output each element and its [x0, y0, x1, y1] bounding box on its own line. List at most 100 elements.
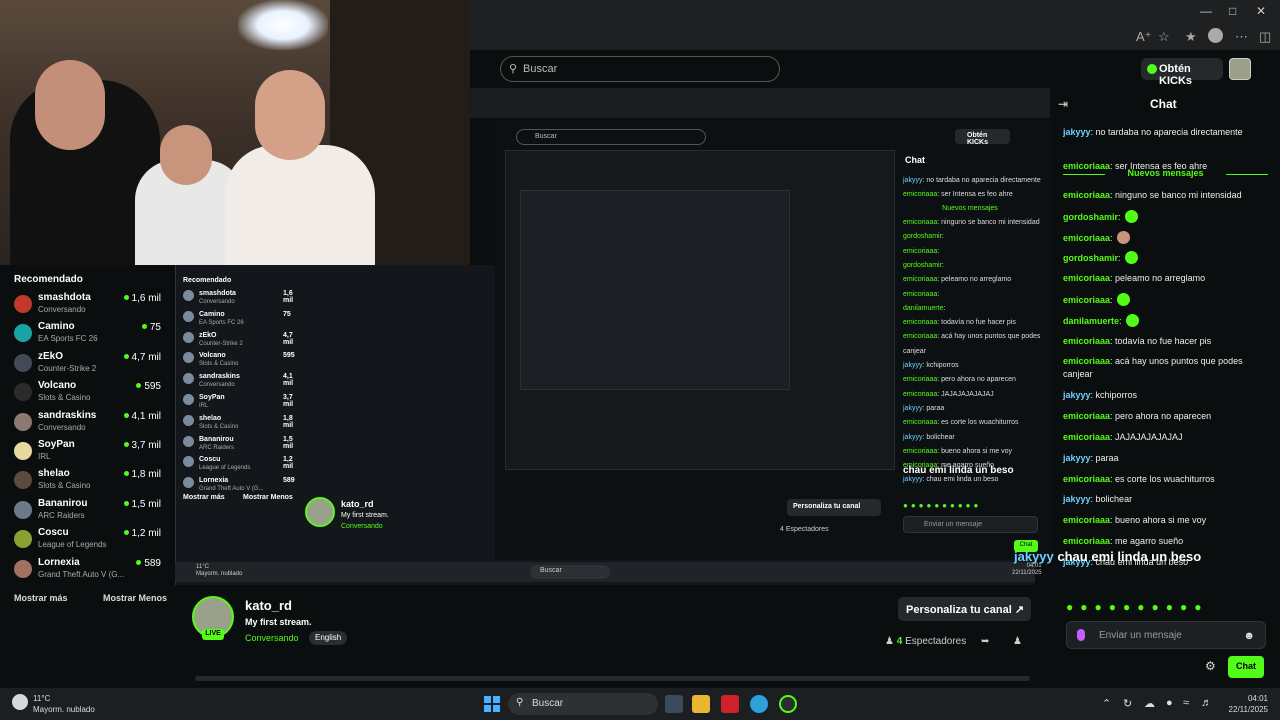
tray-chevron-icon[interactable]: ⌃	[1102, 697, 1111, 710]
sidebar-item-smashdota[interactable]: smashdota Conversando 1,6 mil	[14, 292, 166, 320]
nested-search: Buscar	[516, 129, 706, 145]
sidebar-item-lornexia[interactable]: Lornexia Grand Theft Auto V (G... 589	[14, 557, 166, 585]
chat-text: me agarro sueño	[1115, 536, 1184, 546]
sidebar-title: Recomendado	[14, 274, 83, 285]
stream-category[interactable]: Conversando	[245, 633, 299, 643]
chat-username[interactable]: jakyyy	[1063, 127, 1091, 137]
sidebar-item-coscu[interactable]: Coscu League of Legends 1,2 mil	[14, 527, 166, 555]
microphone-icon[interactable]	[1077, 629, 1085, 641]
chat-message: emicoriaaa: me agarro sueño	[1063, 536, 1184, 546]
chat-overlay-message: jakyyy chau emi linda un beso	[1014, 549, 1202, 564]
task-view-icon[interactable]	[665, 695, 683, 713]
edge-icon[interactable]	[750, 695, 768, 713]
viewer-count: 1,5 mil	[124, 499, 161, 510]
chat-message: emicoriaaa: ninguno se banco mi intensid…	[1063, 190, 1242, 200]
sidebar-item-volcano[interactable]: Volcano Slots & Casino 595	[14, 380, 166, 408]
chat-username[interactable]: gordoshamir	[1063, 212, 1118, 222]
nested-chat-line: jakyyy: chau emi linda un beso	[903, 476, 999, 484]
chat-username[interactable]: emicoriaaa	[1063, 295, 1110, 305]
show-less-button[interactable]: Mostrar Menos	[103, 593, 167, 603]
nested-chat-line: danilamuerte:	[903, 304, 946, 312]
chat-username[interactable]: gordoshamir	[1063, 253, 1118, 263]
sidebar-item-bananirou[interactable]: Bananirou ARC Raiders 1,5 mil	[14, 498, 166, 526]
channel-avatar	[14, 442, 32, 460]
wifi-icon[interactable]: ≈	[1183, 697, 1189, 709]
chat-message: emicoriaaa:	[1063, 293, 1273, 307]
share-icon[interactable]: ➥	[981, 636, 989, 647]
more-icon[interactable]: ⋯	[1235, 29, 1248, 45]
nested-chat-line: emicoriaaa: ninguno se banco mi intensid…	[903, 219, 1040, 226]
chat-username[interactable]: emicoriaaa	[1063, 411, 1110, 421]
chat-username[interactable]: emicoriaaa	[1063, 233, 1110, 243]
chat-username[interactable]: emicoriaaa	[1063, 190, 1110, 200]
clock[interactable]: 04:01 22/11/2025	[1226, 693, 1268, 715]
chat-username[interactable]: emicoriaaa	[1063, 336, 1110, 346]
chat-message: emicoriaaa: JAJAJAJAJAJAJ	[1063, 432, 1183, 442]
sidebar-item-soypan[interactable]: SoyPan IRL 3,7 mil	[14, 439, 166, 467]
collapse-chat-icon[interactable]: ⇥	[1058, 97, 1068, 111]
channel-name: Bananirou	[38, 497, 88, 509]
sync-icon[interactable]: ↻	[1123, 697, 1132, 710]
sidebar-item-shelao[interactable]: shelao Slots & Casino 1,8 mil	[14, 468, 166, 496]
file-explorer-icon[interactable]	[692, 695, 710, 713]
channel-avatar	[14, 530, 32, 549]
chat-username[interactable]: emicoriaaa	[1063, 273, 1110, 283]
chat-username[interactable]: emicoriaaa	[1063, 432, 1110, 442]
emoji-icon[interactable]: ☻	[1243, 630, 1255, 642]
profile-icon[interactable]	[1208, 28, 1223, 43]
emote-quick-bar[interactable]: ●●●●●●●●●●	[1066, 600, 1208, 614]
cloud-icon[interactable]: ☁	[1144, 697, 1155, 710]
chat-username[interactable]: danilamuerte	[1063, 316, 1119, 326]
chat-settings-icon[interactable]: ⚙	[1205, 659, 1216, 673]
channel-name: Camino	[38, 321, 75, 333]
chat-username[interactable]: jakyyy	[1063, 494, 1091, 504]
user-avatar[interactable]	[1229, 58, 1251, 80]
search-icon: ⚲	[516, 697, 524, 708]
person-right	[225, 145, 375, 265]
search-input[interactable]: ⚲ Buscar	[500, 56, 780, 82]
sidebar-item-camino[interactable]: Camino EA Sports FC 26 75	[14, 321, 166, 349]
chat-username[interactable]: emicoriaaa	[1063, 515, 1110, 525]
recording-app-icon[interactable]	[779, 695, 797, 713]
follow-icon[interactable]: ♟	[1013, 636, 1022, 647]
chat-send-button[interactable]: Chat	[1228, 656, 1264, 678]
sidebar-item-zeko[interactable]: zEkO Counter-Strike 2 4,7 mil	[14, 351, 166, 379]
sidebar-item-sandraskins[interactable]: sandraskins Conversando 4,1 mil	[14, 410, 166, 438]
read-aloud-icon[interactable]: A⁺	[1136, 29, 1152, 45]
taskbar-search[interactable]: ⚲ Buscar	[508, 693, 658, 715]
chat-message: jakyyy: no tardaba no aparecia directame…	[1063, 127, 1243, 137]
chat-message: emicoriaaa: todavía no fue hacer pis	[1063, 335, 1212, 346]
channel-name[interactable]: kato_rd	[245, 598, 292, 613]
minimize-icon[interactable]: —	[1200, 4, 1212, 18]
horizontal-scrollbar[interactable]	[195, 676, 1030, 681]
favorites-icon[interactable]: ★	[1185, 29, 1197, 45]
customize-channel-button[interactable]: Personaliza tu canal ↗	[898, 597, 1031, 621]
language-tag[interactable]: English	[309, 631, 348, 645]
app-icon-red[interactable]	[721, 695, 739, 713]
get-kicks-button[interactable]: Obtén KICKs	[1141, 58, 1223, 87]
start-icon[interactable]	[484, 696, 500, 712]
viewer-count: 4,7 mil	[124, 352, 161, 363]
chat-username[interactable]: emicoriaaa	[1063, 536, 1110, 546]
favorite-star-icon[interactable]: ☆	[1158, 29, 1170, 45]
chat-emote-icon	[1125, 209, 1139, 223]
chat-username[interactable]: emicoriaaa	[1063, 474, 1110, 484]
new-messages-divider: Nuevos mensajes	[1063, 168, 1268, 178]
close-icon[interactable]: ✕	[1256, 4, 1266, 18]
volume-icon[interactable]: ♬	[1201, 697, 1212, 709]
chat-emote-icon	[1117, 293, 1131, 306]
maximize-icon[interactable]: □	[1229, 4, 1236, 18]
channel-category: Conversando	[38, 422, 86, 432]
viewer-count: 1,6 mil	[124, 293, 161, 304]
chat-username[interactable]: jakyyy	[1063, 390, 1091, 400]
show-more-button[interactable]: Mostrar más	[14, 593, 68, 603]
chat-username[interactable]: emicoriaaa	[1063, 356, 1110, 366]
weather-widget[interactable]: 11°C Mayorm. nublado	[33, 693, 95, 715]
chat-input[interactable]: Enviar un mensaje ☻	[1066, 621, 1266, 649]
nested-chat-input: Enviar un mensaje	[903, 516, 1038, 533]
nested-chat-line: canjear	[903, 347, 926, 355]
chat-username[interactable]: jakyyy	[1063, 453, 1091, 463]
mic-tray-icon[interactable]: ●	[1166, 697, 1173, 709]
sidebar-toggle-icon[interactable]: ◫	[1259, 29, 1271, 45]
nested-chat-line: jakyyy: paraa	[903, 404, 945, 412]
